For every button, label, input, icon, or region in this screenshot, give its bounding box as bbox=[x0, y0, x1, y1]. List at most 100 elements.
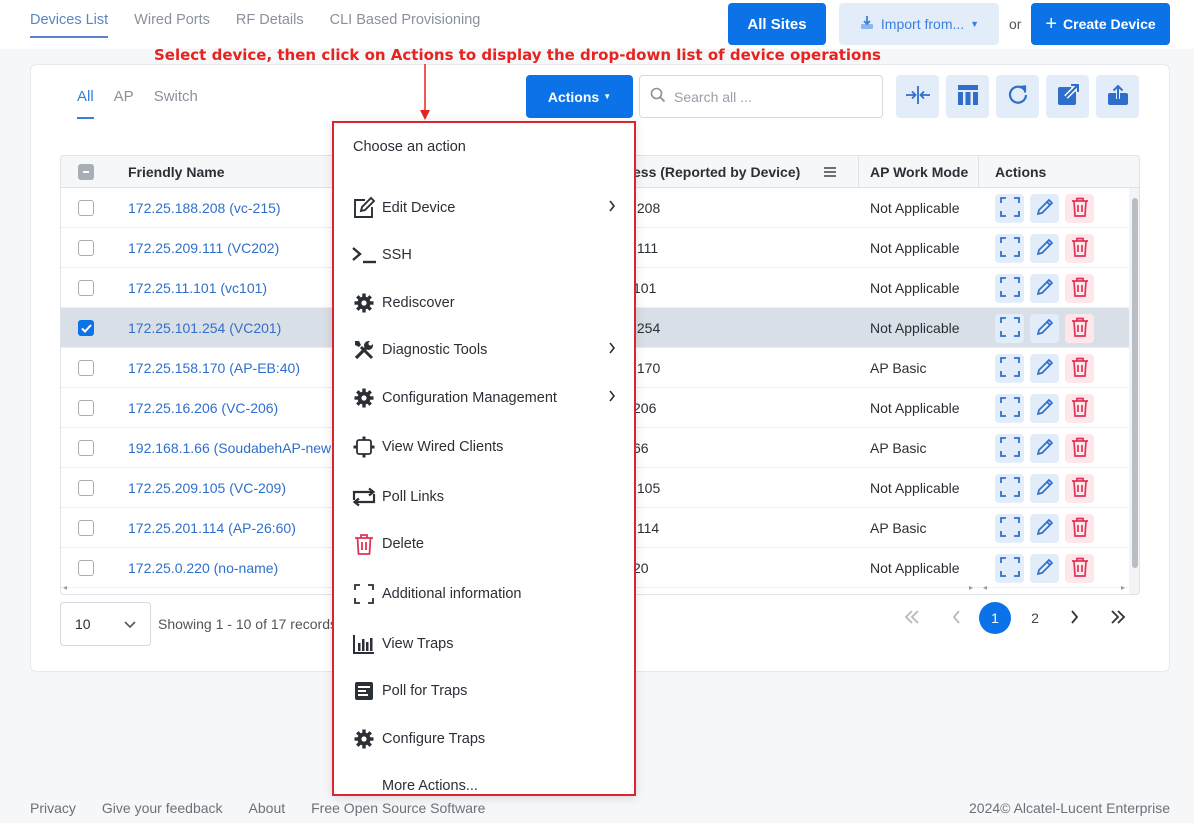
next-page-button[interactable] bbox=[1062, 602, 1086, 634]
privacy-link[interactable]: Privacy bbox=[30, 800, 76, 816]
page-1-button[interactable]: 1 bbox=[979, 602, 1011, 634]
edit-button[interactable] bbox=[1030, 393, 1059, 423]
open-source-link[interactable]: Free Open Source Software bbox=[311, 800, 485, 816]
search-input[interactable] bbox=[674, 88, 864, 105]
edit-button[interactable] bbox=[1030, 473, 1059, 503]
row-checkbox[interactable] bbox=[78, 388, 94, 428]
delete-button[interactable] bbox=[1065, 353, 1094, 383]
device-name-link[interactable]: 172.25.158.170 (AP-EB:40) bbox=[128, 348, 333, 388]
header-friendly-name[interactable]: Friendly Name bbox=[128, 156, 224, 188]
column-menu-icon[interactable] bbox=[823, 156, 837, 188]
expand-button[interactable] bbox=[995, 193, 1024, 223]
create-device-button[interactable]: + Create Device bbox=[1031, 3, 1170, 45]
menu-item-additional-information[interactable]: Additional information bbox=[334, 574, 634, 614]
expand-button[interactable] bbox=[995, 393, 1024, 423]
menu-item-view-traps[interactable]: View Traps bbox=[334, 624, 634, 664]
edit-button[interactable] bbox=[1030, 193, 1059, 223]
delete-button[interactable] bbox=[1065, 233, 1094, 263]
expand-button[interactable] bbox=[995, 553, 1024, 583]
device-name-link[interactable]: 172.25.0.220 (no-name) bbox=[128, 548, 333, 588]
chevron-left-icon bbox=[952, 609, 961, 627]
import-from-button[interactable]: Import from... ▼ bbox=[839, 3, 999, 45]
device-name-link[interactable]: 172.25.209.111 (VC202) bbox=[128, 228, 333, 268]
delete-button[interactable] bbox=[1065, 513, 1094, 543]
tab-all[interactable]: All bbox=[77, 88, 94, 119]
row-checkbox[interactable] bbox=[78, 188, 94, 228]
tab-cli-provisioning[interactable]: CLI Based Provisioning bbox=[330, 12, 481, 38]
device-name-link[interactable]: 172.25.201.114 (AP-26:60) bbox=[128, 508, 333, 548]
select-all-checkbox[interactable] bbox=[78, 156, 94, 188]
device-name-link[interactable]: 172.25.11.101 (vc101) bbox=[128, 268, 333, 308]
tab-wired-ports[interactable]: Wired Ports bbox=[134, 12, 210, 38]
row-checkbox[interactable] bbox=[78, 228, 94, 268]
row-checkbox[interactable] bbox=[78, 508, 94, 548]
feedback-link[interactable]: Give your feedback bbox=[102, 800, 223, 816]
row-checkbox[interactable] bbox=[78, 468, 94, 508]
row-checkbox[interactable] bbox=[78, 308, 94, 348]
row-checkbox[interactable] bbox=[78, 428, 94, 468]
all-sites-button[interactable]: All Sites bbox=[728, 3, 826, 45]
header-ap-work-mode[interactable]: AP Work Mode bbox=[870, 156, 968, 188]
edit-button[interactable] bbox=[1030, 273, 1059, 303]
menu-item-edit-device[interactable]: Edit Device bbox=[334, 188, 634, 228]
row-checkbox[interactable] bbox=[78, 348, 94, 388]
expand-button[interactable] bbox=[995, 273, 1024, 303]
expand-button[interactable] bbox=[995, 353, 1024, 383]
prev-page-button[interactable] bbox=[944, 602, 968, 634]
tab-rf-details[interactable]: RF Details bbox=[236, 12, 304, 38]
header-ip-address[interactable]: ess (Reported by Device) bbox=[633, 156, 800, 188]
edit-button[interactable] bbox=[1030, 233, 1059, 263]
collapse-columns-button[interactable] bbox=[896, 75, 939, 118]
menu-item-diagnostic-tools[interactable]: Diagnostic Tools bbox=[334, 330, 634, 370]
search-box[interactable] bbox=[639, 75, 883, 118]
expand-button[interactable] bbox=[995, 473, 1024, 503]
device-name-link[interactable]: 172.25.101.254 (VC201) bbox=[128, 308, 333, 348]
columns-button[interactable] bbox=[946, 75, 989, 118]
row-checkbox[interactable] bbox=[78, 268, 94, 308]
page-2-button[interactable]: 2 bbox=[1019, 602, 1051, 634]
expand-button[interactable] bbox=[995, 313, 1024, 343]
tab-devices-list[interactable]: Devices List bbox=[30, 12, 109, 38]
edit-button[interactable] bbox=[1030, 513, 1059, 543]
page-size-select[interactable]: 10 bbox=[60, 602, 151, 646]
device-name-link[interactable]: 172.25.209.105 (VC-209) bbox=[128, 468, 333, 508]
tab-ap[interactable]: AP bbox=[114, 88, 134, 119]
delete-button[interactable] bbox=[1065, 193, 1094, 223]
about-link[interactable]: About bbox=[249, 800, 286, 816]
device-name-link[interactable]: 192.168.1.66 (SoudabehAP-newla bbox=[128, 428, 333, 468]
menu-item-configure-traps[interactable]: Configure Traps bbox=[334, 719, 634, 759]
delete-button[interactable] bbox=[1065, 393, 1094, 423]
expand-button[interactable] bbox=[995, 233, 1024, 263]
annotation-arrow-icon bbox=[420, 64, 430, 120]
delete-button[interactable] bbox=[1065, 313, 1094, 343]
actions-button[interactable]: Actions ▼ bbox=[526, 75, 633, 118]
upload-button[interactable] bbox=[1096, 75, 1139, 118]
menu-item-delete[interactable]: Delete bbox=[334, 524, 634, 564]
device-name-link[interactable]: 172.25.188.208 (vc-215) bbox=[128, 188, 333, 228]
delete-button[interactable] bbox=[1065, 273, 1094, 303]
menu-item-ssh[interactable]: SSH bbox=[334, 235, 634, 275]
row-checkbox[interactable] bbox=[78, 548, 94, 588]
edit-button[interactable] bbox=[1030, 433, 1059, 463]
menu-item-configuration-management[interactable]: Configuration Management bbox=[334, 378, 634, 418]
delete-button[interactable] bbox=[1065, 433, 1094, 463]
edit-button[interactable] bbox=[1030, 553, 1059, 583]
delete-button[interactable] bbox=[1065, 473, 1094, 503]
tab-switch[interactable]: Switch bbox=[154, 88, 198, 119]
terminal-icon bbox=[351, 242, 377, 268]
open-external-button[interactable] bbox=[1046, 75, 1089, 118]
menu-item-view-wired-clients[interactable]: View Wired Clients bbox=[334, 427, 634, 467]
edit-button[interactable] bbox=[1030, 313, 1059, 343]
expand-button[interactable] bbox=[995, 433, 1024, 463]
expand-button[interactable] bbox=[995, 513, 1024, 543]
menu-item-poll-links[interactable]: Poll Links bbox=[334, 477, 634, 517]
menu-item-rediscover[interactable]: Rediscover bbox=[334, 283, 634, 323]
refresh-button[interactable] bbox=[996, 75, 1039, 118]
menu-item-poll-for-traps[interactable]: Poll for Traps bbox=[334, 671, 634, 711]
vertical-scrollbar[interactable] bbox=[1129, 188, 1139, 594]
device-name-link[interactable]: 172.25.16.206 (VC-206) bbox=[128, 388, 333, 428]
last-page-button[interactable] bbox=[1104, 602, 1132, 634]
first-page-button[interactable] bbox=[898, 602, 926, 634]
edit-button[interactable] bbox=[1030, 353, 1059, 383]
delete-button[interactable] bbox=[1065, 553, 1094, 583]
